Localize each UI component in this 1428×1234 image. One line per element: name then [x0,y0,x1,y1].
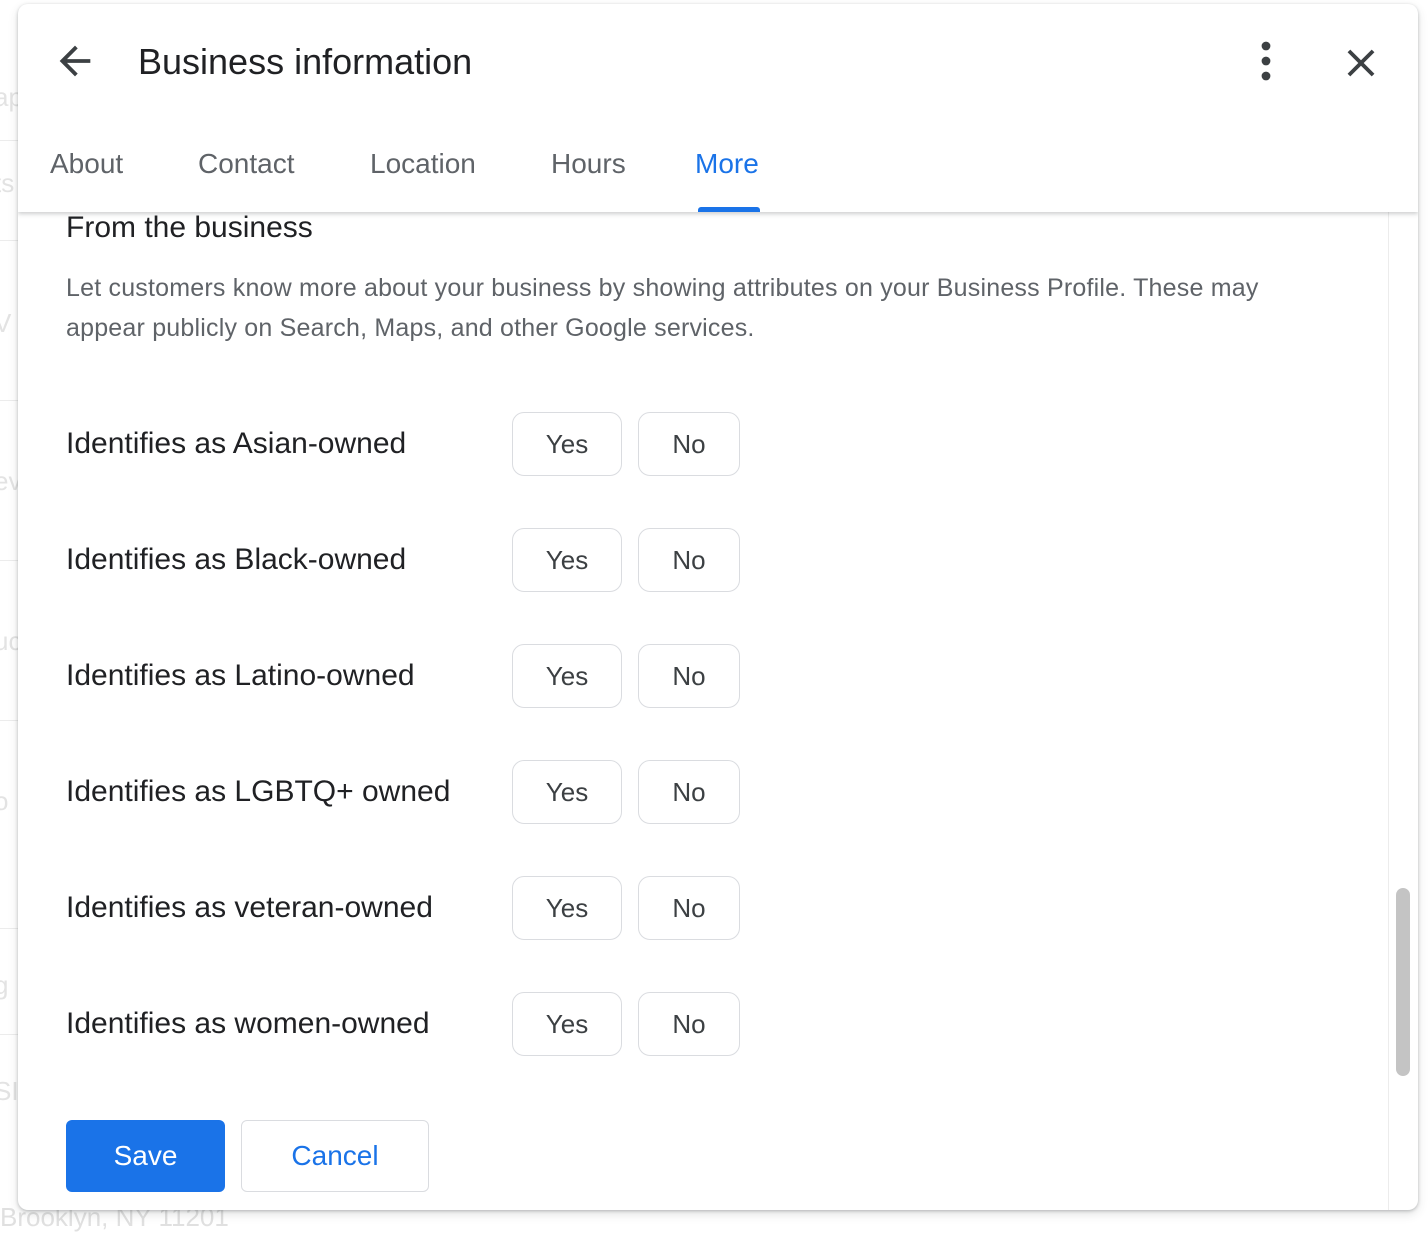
background-text: o [0,786,9,816]
attribute-row: Identifies as LGBTQ+ owned Yes No [66,760,766,824]
yes-button[interactable]: Yes [512,644,622,708]
attribute-label: Identifies as veteran-owned [66,891,433,924]
attribute-row: Identifies as women-owned Yes No [66,992,766,1056]
back-button[interactable] [52,38,98,84]
business-information-dialog: Business information About Contact Locat… [18,4,1418,1210]
arrow-back-icon [59,45,91,77]
dialog-content: From the business Let customers know mor… [18,212,1418,1210]
background-text: g [0,970,9,1000]
tab-hours[interactable]: Hours [551,146,626,182]
section-description: Let customers know more about your busin… [66,274,1259,342]
yes-button[interactable]: Yes [512,412,622,476]
yes-button[interactable]: Yes [512,992,622,1056]
no-button[interactable]: No [638,876,740,940]
no-button[interactable]: No [638,528,740,592]
attribute-label: Identifies as Black-owned [66,543,407,576]
section-title: From the business [66,211,313,244]
background-divider [0,240,18,241]
active-tab-indicator [698,207,760,212]
no-button[interactable]: No [638,644,740,708]
background-divider [0,720,18,721]
background-divider [0,400,18,401]
scrollbar-thumb[interactable] [1396,888,1410,1076]
attribute-row: Identifies as Black-owned Yes No [66,528,766,592]
background-divider [0,1034,18,1035]
tab-location[interactable]: Location [370,146,476,182]
save-button[interactable]: Save [66,1120,225,1192]
attribute-label: Identifies as Latino-owned [66,659,415,692]
background-divider [0,140,18,141]
dialog-title: Business information [138,41,473,82]
close-button[interactable] [1338,40,1384,86]
attribute-label: Identifies as LGBTQ+ owned [66,775,451,808]
background-text: V [0,308,12,338]
tab-about[interactable]: About [50,146,123,182]
background-divider [0,928,18,929]
yes-button[interactable]: Yes [512,528,622,592]
yes-button[interactable]: Yes [512,760,622,824]
no-button[interactable]: No [638,992,740,1056]
more-vert-icon [1261,41,1271,81]
background-divider [0,560,18,561]
more-options-button[interactable] [1248,38,1284,84]
dialog-header: Business information About Contact Locat… [18,4,1418,212]
background-text: SI [0,1076,19,1106]
cancel-button[interactable]: Cancel [241,1120,429,1192]
background-text: ts [0,168,15,198]
close-icon [1347,49,1375,77]
tab-more[interactable]: More [695,146,759,182]
attribute-row: Identifies as Latino-owned Yes No [66,644,766,708]
tab-contact[interactable]: Contact [198,146,295,182]
no-button[interactable]: No [638,412,740,476]
attribute-row: Identifies as veteran-owned Yes No [66,876,766,940]
yes-button[interactable]: Yes [512,876,622,940]
attribute-label: Identifies as Asian-owned [66,427,407,460]
scrollbar-track [1388,212,1389,1210]
no-button[interactable]: No [638,760,740,824]
attribute-row: Identifies as Asian-owned Yes No [66,412,766,476]
attribute-label: Identifies as women-owned [66,1007,430,1040]
